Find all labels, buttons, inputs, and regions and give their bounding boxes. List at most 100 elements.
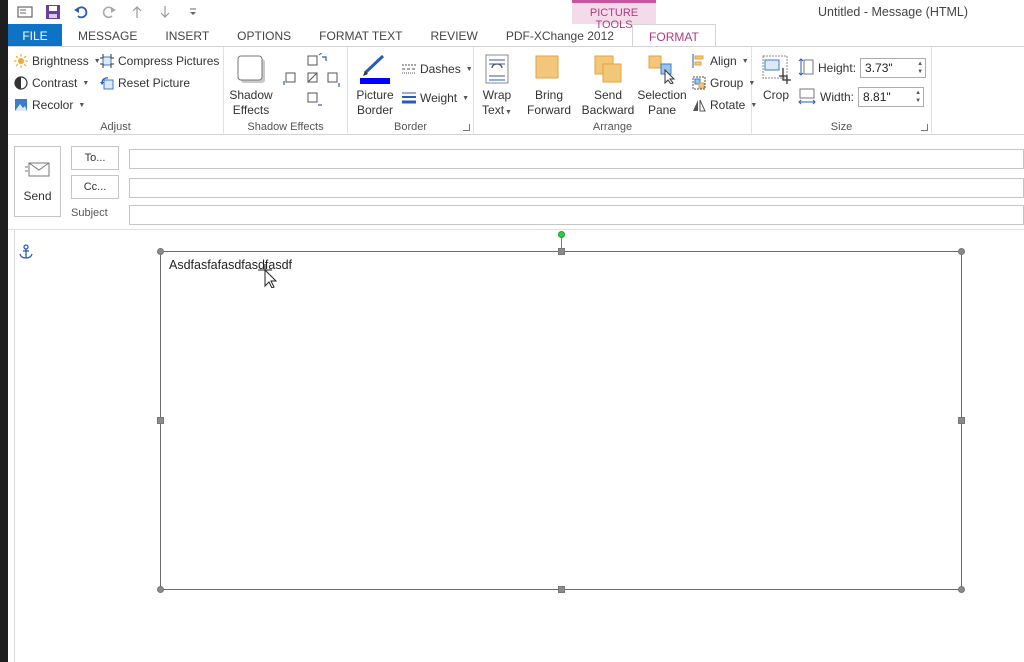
- shadow-nudge-controls[interactable]: [282, 51, 342, 109]
- contrast-button[interactable]: Contrast ▼: [14, 73, 89, 93]
- tab-review[interactable]: REVIEW: [417, 24, 492, 47]
- size-group: Crop Height: 3.73" ▲ ▼ Width: 8.81" ▲ ▼ …: [752, 47, 932, 135]
- wrap-text-button[interactable]: Wrap Text▼: [476, 53, 518, 120]
- shadow-effects-line2: Effects: [232, 103, 270, 117]
- desktop-edge: [0, 0, 8, 662]
- adjust-group: Brightness ▼ Contrast ▼ Recolor ▼ Compress …: [8, 47, 224, 135]
- rotation-handle[interactable]: [558, 231, 565, 238]
- height-input[interactable]: 3.73" ▲ ▼: [860, 58, 927, 78]
- width-spinner-arrows[interactable]: ▲ ▼: [915, 89, 921, 105]
- up-arrow-icon[interactable]: [126, 2, 148, 22]
- outlook-message-window: PICTURE TOOLS Untitled - Message (HTML) …: [8, 0, 1024, 662]
- selected-picture[interactable]: Asdfasfafasdfasdfasdf: [157, 248, 965, 593]
- bring-forward-button[interactable]: Bring Forward: [522, 53, 576, 118]
- width-input[interactable]: 8.81" ▲ ▼: [858, 87, 925, 107]
- resize-handle-top-left[interactable]: [157, 248, 164, 255]
- title-bar: PICTURE TOOLS Untitled - Message (HTML): [8, 0, 1024, 31]
- width-value: 8.81": [863, 90, 891, 104]
- width-control: Width: 8.81" ▲ ▼: [798, 86, 925, 108]
- resize-handle-bottom-right[interactable]: [958, 586, 965, 593]
- anchor-icon[interactable]: [19, 244, 33, 260]
- rotate-label: Rotate: [710, 98, 746, 112]
- brightness-button[interactable]: Brightness ▼: [14, 51, 101, 71]
- compress-pictures-button[interactable]: Compress Pictures: [100, 51, 219, 71]
- picture-border-icon: [359, 53, 391, 85]
- arrange-group-label: Arrange: [592, 121, 633, 133]
- resize-handle-bottom-left[interactable]: [157, 586, 164, 593]
- recolor-button[interactable]: Recolor ▼: [14, 95, 85, 115]
- reset-picture-button[interactable]: Reset Picture: [100, 73, 190, 93]
- send-backward-line2: Backward: [581, 103, 635, 117]
- arrange-group: Wrap Text▼ Bring Forward Send Backward S…: [474, 47, 757, 135]
- crop-icon: [760, 53, 792, 85]
- selection-pane-icon: [646, 53, 678, 85]
- shadow-effects-line1: Shadow: [229, 88, 273, 102]
- weight-label: Weight: [420, 91, 458, 105]
- align-label: Align: [710, 54, 737, 68]
- picture-border-button[interactable]: Picture Border: [352, 53, 398, 118]
- shadow-effects-group-label: Shadow Effects: [247, 121, 324, 133]
- to-field[interactable]: [129, 149, 1024, 169]
- chevron-down-icon: ▼: [78, 101, 86, 109]
- weight-icon: [402, 91, 416, 105]
- recolor-label: Recolor: [32, 98, 74, 112]
- tab-options[interactable]: OPTIONS: [223, 24, 305, 47]
- undo-icon[interactable]: [70, 2, 92, 22]
- height-spinner-arrows[interactable]: ▲ ▼: [917, 60, 923, 76]
- rotate-button[interactable]: Rotate ▼: [692, 95, 757, 115]
- tab-message[interactable]: MESSAGE: [64, 24, 151, 47]
- tab-format-text[interactable]: FORMAT TEXT: [305, 24, 416, 47]
- width-icon: [798, 87, 816, 108]
- tab-format[interactable]: FORMAT: [631, 24, 716, 48]
- shadow-effects-button[interactable]: Shadow Effects: [228, 53, 274, 118]
- resize-handle-bottom[interactable]: [558, 586, 565, 593]
- wrap-text-icon: [481, 53, 513, 85]
- height-label: Height:: [818, 61, 857, 75]
- quick-access-toolbar: [14, 2, 204, 22]
- width-label: Width:: [820, 90, 855, 104]
- border-group-label: Border: [393, 121, 428, 133]
- cc-button[interactable]: Cc...: [71, 175, 119, 199]
- picture-border-line1: Picture: [356, 88, 394, 102]
- chevron-down-icon: ▼: [741, 57, 749, 65]
- save-icon[interactable]: [42, 2, 64, 22]
- selection-pane-button[interactable]: Selection Pane: [634, 53, 690, 118]
- group-button[interactable]: Group ▼: [692, 73, 755, 93]
- compress-pictures-label: Compress Pictures: [118, 54, 220, 68]
- window-title: Untitled - Message (HTML): [818, 5, 969, 19]
- subject-field[interactable]: [129, 205, 1024, 225]
- ribbon-tabs: FILE MESSAGE INSERT OPTIONS FORMAT TEXT …: [8, 24, 1024, 48]
- send-button[interactable]: Send: [14, 146, 61, 217]
- resize-handle-left[interactable]: [157, 417, 164, 424]
- tab-insert[interactable]: INSERT: [151, 24, 223, 47]
- send-label: Send: [23, 189, 52, 203]
- brightness-label: Brightness: [32, 54, 89, 68]
- resize-handle-right[interactable]: [958, 417, 965, 424]
- crop-button[interactable]: Crop: [756, 53, 796, 103]
- resize-handle-top-right[interactable]: [958, 248, 965, 255]
- to-button[interactable]: To...: [71, 146, 119, 170]
- border-group: Picture Border Dashes ▼ Weight ▼ Border: [348, 47, 474, 135]
- align-button[interactable]: Align ▼: [692, 51, 749, 71]
- bring-forward-line1: Bring: [534, 88, 563, 102]
- recolor-icon: [14, 98, 28, 112]
- dashes-button[interactable]: Dashes ▼: [402, 59, 473, 79]
- customize-qat-icon[interactable]: [182, 2, 204, 22]
- brightness-icon: [14, 54, 28, 68]
- new-item-icon[interactable]: [14, 2, 36, 22]
- wrap-text-line2: Text▼: [482, 103, 512, 117]
- bring-forward-line2: Forward: [526, 103, 571, 117]
- contrast-icon: [14, 76, 28, 90]
- send-backward-button[interactable]: Send Backward: [578, 53, 638, 118]
- down-arrow-icon[interactable]: [154, 2, 176, 22]
- tab-pdf-xchange[interactable]: PDF-XChange 2012: [492, 24, 628, 47]
- redo-icon[interactable]: [98, 2, 120, 22]
- weight-button[interactable]: Weight ▼: [402, 88, 469, 108]
- tab-file[interactable]: FILE: [8, 24, 62, 47]
- dashes-label: Dashes: [420, 62, 461, 76]
- resize-handle-top[interactable]: [558, 248, 565, 255]
- chevron-down-icon: ▼: [82, 79, 90, 87]
- cc-field[interactable]: [129, 178, 1024, 198]
- message-body[interactable]: Asdfasfafasdfasdfasdf: [14, 230, 1024, 662]
- chevron-down-icon: ▼: [462, 94, 470, 102]
